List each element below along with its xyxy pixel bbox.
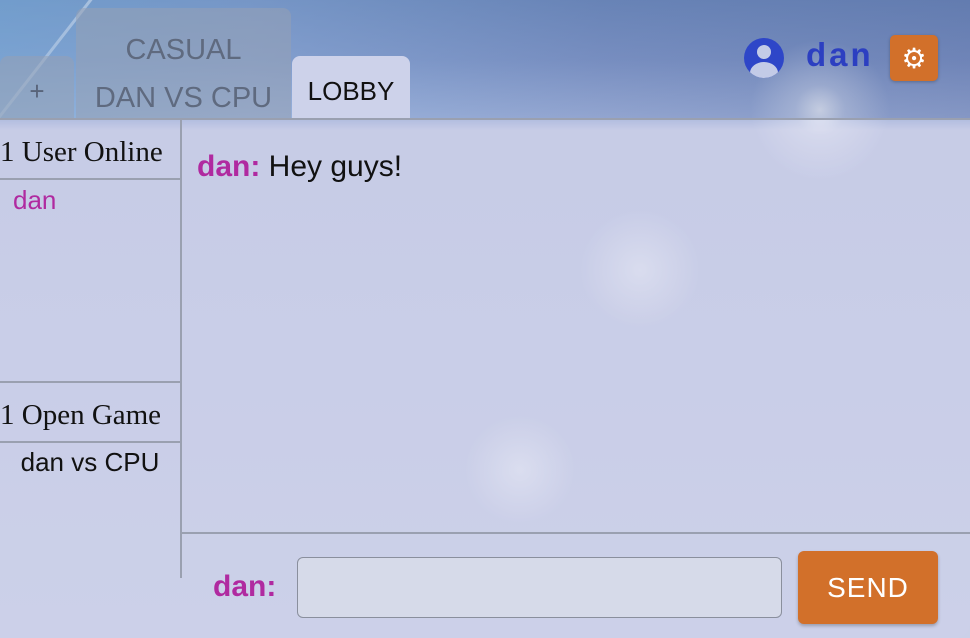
tab-lobby-label: LOBBY — [307, 76, 395, 106]
sidebar: 1 User Online dan 1 Open Game dan vs CPU — [0, 120, 182, 578]
online-users-list: dan — [0, 180, 180, 383]
username[interactable]: dan — [806, 36, 874, 74]
tab-casual-game[interactable]: CASUAL DAN VS CPU — [76, 8, 291, 118]
chat-input[interactable] — [297, 557, 782, 618]
chat-message-sender: dan: — [197, 150, 261, 183]
chat-message: dan: Hey guys! — [197, 150, 402, 184]
chat-message-text: Hey guys! — [268, 150, 403, 183]
chat-input-label: dan: — [213, 570, 277, 603]
tab-add[interactable]: + — [0, 56, 74, 118]
account-circle-icon[interactable] — [744, 38, 784, 78]
open-games-list: dan vs CPU — [0, 443, 180, 481]
settings-button[interactable]: ⚙ — [890, 35, 938, 81]
open-games-title: 1 Open Game — [0, 383, 180, 443]
users-online-title: 1 User Online — [0, 120, 180, 180]
open-game-item[interactable]: dan vs CPU — [0, 443, 180, 481]
chat-log: dan: Hey guys! — [182, 120, 970, 534]
tab-lobby[interactable]: LOBBY — [292, 56, 410, 120]
avatar-shoulders — [750, 62, 778, 78]
avatar-head — [757, 45, 771, 59]
send-button[interactable]: SEND — [798, 551, 938, 624]
tab-casual-game-name: DAN VS CPU — [94, 82, 273, 114]
gear-icon: ⚙ — [901, 42, 927, 74]
tab-casual-label: CASUAL — [125, 34, 242, 66]
tab-add-label: + — [29, 76, 45, 106]
online-user[interactable]: dan — [0, 180, 180, 220]
